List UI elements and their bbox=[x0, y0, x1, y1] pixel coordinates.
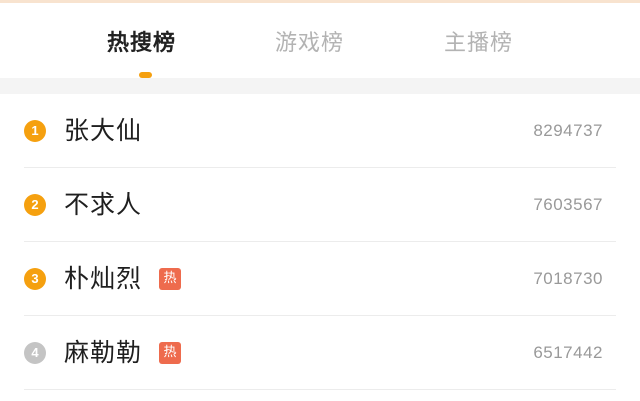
rank-badge: 4 bbox=[24, 342, 46, 364]
rank-badge: 2 bbox=[24, 194, 46, 216]
item-name: 不求人 bbox=[64, 190, 143, 219]
section-separator bbox=[0, 78, 640, 94]
hot-badge: 热 bbox=[159, 342, 181, 364]
tab-hot-search[interactable]: 热搜榜 bbox=[107, 25, 176, 57]
tab-games[interactable]: 游戏榜 bbox=[275, 25, 344, 57]
tab-streamers[interactable]: 主播榜 bbox=[444, 25, 513, 57]
rank-badge: 3 bbox=[24, 268, 46, 290]
item-count: 7018730 bbox=[533, 269, 603, 288]
row-divider bbox=[24, 389, 616, 390]
list-item[interactable]: 3 朴灿烈 热 7018730 bbox=[0, 242, 640, 316]
rank-badge: 1 bbox=[24, 120, 46, 142]
item-count: 8294737 bbox=[533, 121, 603, 140]
item-count: 7603567 bbox=[533, 195, 603, 214]
item-name: 张大仙 bbox=[64, 116, 143, 145]
list-item[interactable]: 4 麻勒勒 热 6517442 bbox=[0, 316, 640, 390]
list-item[interactable]: 1 张大仙 8294737 bbox=[0, 94, 640, 168]
hot-badge: 热 bbox=[159, 268, 181, 290]
item-name: 朴灿烈 bbox=[64, 264, 143, 293]
item-name: 麻勒勒 bbox=[64, 338, 143, 367]
tab-bar: 热搜榜 游戏榜 主播榜 bbox=[0, 3, 640, 78]
list-item[interactable]: 2 不求人 7603567 bbox=[0, 168, 640, 242]
item-count: 6517442 bbox=[533, 343, 603, 362]
